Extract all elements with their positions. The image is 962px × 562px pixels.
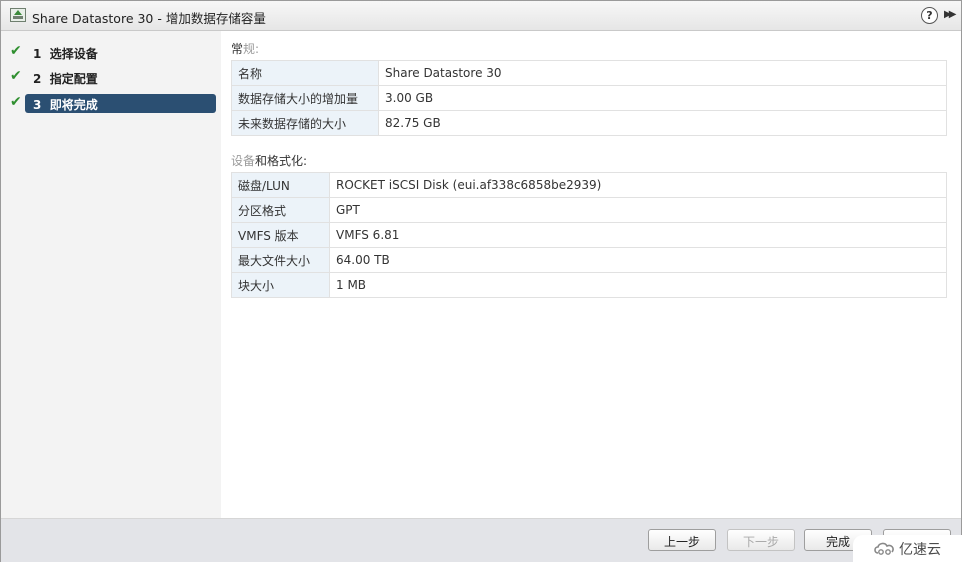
expand-icon[interactable]: ▶▶	[944, 7, 958, 23]
property-value: 1 MB	[329, 272, 947, 298]
table-row: 最大文件大小 64.00 TB	[231, 247, 947, 273]
property-name: 分区格式	[231, 197, 330, 223]
check-icon: ✔	[10, 68, 22, 84]
step-label: 1 选择设备	[33, 47, 98, 61]
property-name: VMFS 版本	[231, 222, 330, 248]
device-table: 磁盘/LUN ROCKET iSCSI Disk (eui.af338c6858…	[231, 172, 947, 298]
table-row: 块大小 1 MB	[231, 272, 947, 298]
general-section-title: 常规:	[231, 42, 260, 56]
table-row: 名称 Share Datastore 30	[231, 60, 947, 86]
step-label: 3 即将完成	[33, 98, 98, 112]
property-name: 名称	[231, 60, 379, 86]
wizard-dialog: Share Datastore 30 - 增加数据存储容量 ? ▶▶ ✔ 1 选…	[0, 0, 962, 562]
property-value: ROCKET iSCSI Disk (eui.af338c6858be2939)	[329, 172, 947, 198]
title-bar: Share Datastore 30 - 增加数据存储容量 ? ▶▶	[1, 1, 961, 31]
button-bar: 上一步 下一步 完成 取消	[1, 518, 961, 562]
cloud-logo-icon	[874, 542, 894, 555]
step-select-device[interactable]: ✔ 1 选择设备	[1, 43, 221, 63]
wizard-steps: ✔ 1 选择设备 ✔ 2 指定配置 ✔ 3 即将完成	[1, 31, 221, 518]
general-table: 名称 Share Datastore 30 数据存储大小的增加量 3.00 GB…	[231, 60, 947, 136]
check-icon: ✔	[10, 94, 22, 110]
device-section-title: 设备和格式化:	[231, 154, 308, 168]
property-value: 82.75 GB	[378, 110, 947, 136]
watermark: 亿速云	[853, 535, 962, 562]
step-label: 2 指定配置	[33, 72, 98, 86]
property-name: 最大文件大小	[231, 247, 330, 273]
step-ready-to-complete[interactable]: ✔ 3 即将完成	[1, 94, 221, 114]
property-value: 64.00 TB	[329, 247, 947, 273]
dialog-title: Share Datastore 30 - 增加数据存储容量	[32, 11, 266, 26]
check-icon: ✔	[10, 43, 22, 59]
property-value: VMFS 6.81	[329, 222, 947, 248]
summary-panel: 常规: 名称 Share Datastore 30 数据存储大小的增加量 3.0…	[222, 31, 961, 518]
property-name: 磁盘/LUN	[231, 172, 330, 198]
datastore-upload-icon	[10, 8, 26, 22]
table-row: 磁盘/LUN ROCKET iSCSI Disk (eui.af338c6858…	[231, 172, 947, 198]
property-name: 块大小	[231, 272, 330, 298]
table-row: VMFS 版本 VMFS 6.81	[231, 222, 947, 248]
back-button[interactable]: 上一步	[648, 529, 716, 551]
property-name: 数据存储大小的增加量	[231, 85, 379, 111]
table-row: 数据存储大小的增加量 3.00 GB	[231, 85, 947, 111]
property-value: Share Datastore 30	[378, 60, 947, 86]
step-specify-config[interactable]: ✔ 2 指定配置	[1, 68, 221, 88]
help-button[interactable]: ?	[921, 7, 938, 24]
table-row: 未来数据存储的大小 82.75 GB	[231, 110, 947, 136]
property-name: 未来数据存储的大小	[231, 110, 379, 136]
table-row: 分区格式 GPT	[231, 197, 947, 223]
next-button[interactable]: 下一步	[727, 529, 795, 551]
property-value: 3.00 GB	[378, 85, 947, 111]
property-value: GPT	[329, 197, 947, 223]
watermark-text: 亿速云	[899, 542, 941, 558]
